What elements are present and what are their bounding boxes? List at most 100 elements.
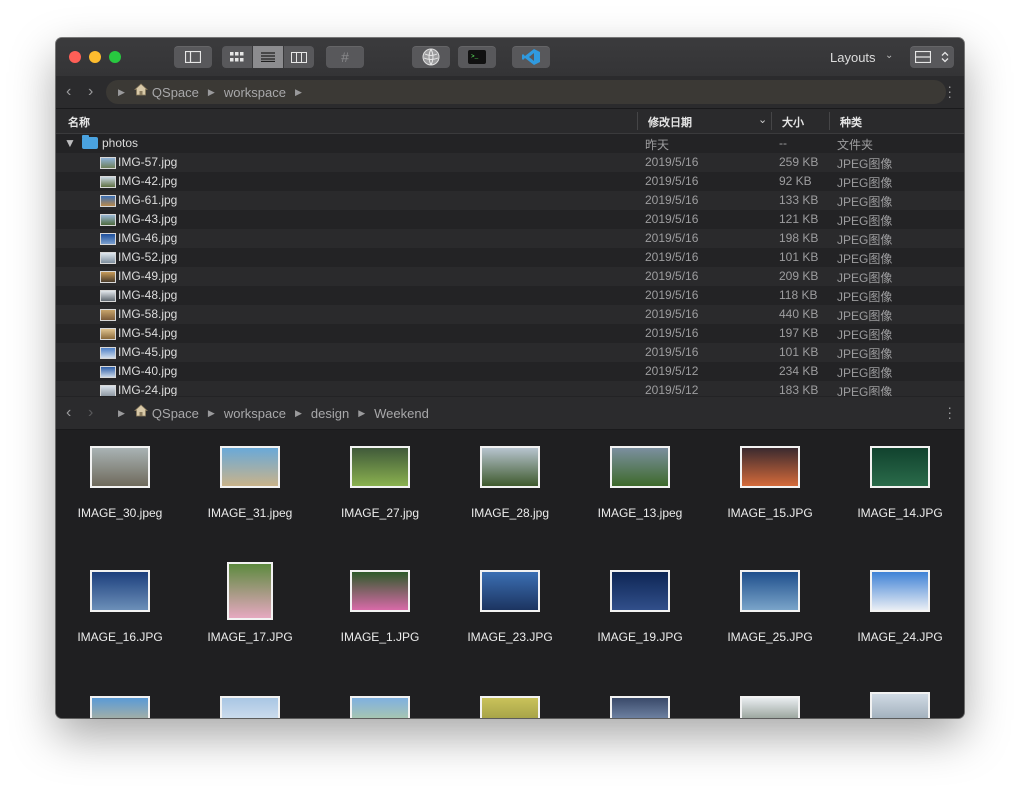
list-view-button[interactable] <box>253 46 284 68</box>
open-terminal-button[interactable]: >_ <box>458 46 496 68</box>
file-date: 2019/5/12 <box>645 364 699 378</box>
image-thumbnail[interactable] <box>610 696 670 718</box>
image-thumbnail[interactable] <box>480 696 540 718</box>
image-thumbnail <box>220 446 280 488</box>
table-row[interactable]: IMG-61.jpg 2019/5/16 133 KB JPEG图像 <box>56 191 964 210</box>
breadcrumb-arrow-icon: ▶ <box>294 407 302 418</box>
column-header-size[interactable]: 大小 <box>782 114 804 130</box>
file-kind: JPEG图像 <box>837 271 893 285</box>
breadcrumb-item[interactable]: workspace <box>224 406 286 421</box>
close-window-button[interactable] <box>69 51 81 63</box>
column-header-kind[interactable]: 种类 <box>840 114 862 130</box>
image-file-icon <box>100 157 116 169</box>
image-thumbnail[interactable] <box>220 696 280 718</box>
image-tile[interactable]: IMAGE_1.JPG <box>320 570 440 644</box>
breadcrumb-item[interactable]: design <box>311 406 349 421</box>
file-date: 2019/5/16 <box>645 307 699 321</box>
sort-chevron-down-icon[interactable]: ⌄ <box>758 113 767 126</box>
table-row[interactable]: IMG-57.jpg 2019/5/16 259 KB JPEG图像 <box>56 153 964 172</box>
image-file-icon <box>100 366 116 378</box>
breadcrumb-arrow-icon: ▶ <box>358 407 366 418</box>
more-options-icon[interactable]: · · · <box>947 79 952 103</box>
icon-grid: IMAGE_30.jpeg IMAGE_31.jpeg IMAGE_27.jpg IM… <box>56 430 964 718</box>
image-thumbnail[interactable] <box>90 696 150 718</box>
breadcrumb-item[interactable]: Weekend <box>374 406 429 421</box>
forward-chevron-icon[interactable]: › <box>88 83 93 101</box>
table-row[interactable]: IMG-24.jpg 2019/5/12 183 KB JPEG图像 <box>56 381 964 396</box>
chevron-down-icon[interactable]: ⌄ <box>885 50 893 61</box>
image-tile[interactable]: IMAGE_19.JPG <box>580 570 700 644</box>
file-size: 440 KB <box>779 307 819 321</box>
file-name: IMG-49.jpg <box>118 269 178 283</box>
column-divider[interactable] <box>771 112 772 130</box>
tags-button[interactable]: # <box>326 46 364 68</box>
table-row[interactable]: IMG-45.jpg 2019/5/16 101 KB JPEG图像 <box>56 343 964 362</box>
breadcrumb-item[interactable]: QSpace <box>152 85 199 100</box>
image-thumbnail <box>740 446 800 488</box>
file-date: 2019/5/16 <box>645 231 699 245</box>
file-size: 198 KB <box>779 231 819 245</box>
image-thumbnail[interactable] <box>740 696 800 718</box>
image-file-icon <box>100 271 116 283</box>
image-tile[interactable]: IMAGE_24.JPG <box>840 570 960 644</box>
network-button[interactable] <box>412 46 450 68</box>
column-header-name[interactable]: 名称 <box>68 114 90 130</box>
file-date: 2019/5/12 <box>645 383 699 396</box>
image-thumbnail <box>90 570 150 612</box>
image-thumbnail[interactable] <box>350 696 410 718</box>
file-name: IMG-45.jpg <box>118 345 178 359</box>
toggle-sidebar-button[interactable] <box>174 46 212 68</box>
forward-chevron-icon[interactable]: › <box>88 404 93 422</box>
image-thumbnail[interactable] <box>870 692 930 718</box>
column-header-date[interactable]: 修改日期 <box>648 114 692 130</box>
open-in-editor-button[interactable] <box>512 46 550 68</box>
breadcrumb-item[interactable]: QSpace <box>152 406 199 421</box>
column-divider[interactable] <box>637 112 638 130</box>
table-row[interactable]: IMG-48.jpg 2019/5/16 118 KB JPEG图像 <box>56 286 964 305</box>
back-chevron-icon[interactable]: ‹ <box>66 404 71 422</box>
image-tile[interactable]: IMAGE_23.JPG <box>450 570 570 644</box>
image-tile[interactable]: IMAGE_31.jpeg <box>190 446 310 520</box>
table-row[interactable]: IMG-54.jpg 2019/5/16 197 KB JPEG图像 <box>56 324 964 343</box>
image-tile[interactable]: IMAGE_28.jpg <box>450 446 570 520</box>
split-layout-icon <box>915 51 931 63</box>
file-date: 2019/5/16 <box>645 269 699 283</box>
column-divider[interactable] <box>829 112 830 130</box>
image-thumbnail <box>610 446 670 488</box>
image-thumbnail <box>350 570 410 612</box>
disclosure-triangle-icon[interactable]: ▼ <box>64 136 76 150</box>
table-row[interactable]: IMG-49.jpg 2019/5/16 209 KB JPEG图像 <box>56 267 964 286</box>
image-file-icon <box>100 328 116 340</box>
table-row[interactable]: IMG-58.jpg 2019/5/16 440 KB JPEG图像 <box>56 305 964 324</box>
file-size: -- <box>779 136 787 150</box>
back-chevron-icon[interactable]: ‹ <box>66 83 71 101</box>
more-options-icon[interactable]: · · · <box>947 400 952 424</box>
image-tile[interactable]: IMAGE_25.JPG <box>710 570 830 644</box>
image-tile[interactable]: IMAGE_14.JPG <box>840 446 960 520</box>
table-row[interactable]: IMG-52.jpg 2019/5/16 101 KB JPEG图像 <box>56 248 964 267</box>
breadcrumb-item[interactable]: workspace <box>224 85 286 100</box>
file-date: 2019/5/16 <box>645 212 699 226</box>
image-tile[interactable]: IMAGE_30.jpeg <box>60 446 180 520</box>
image-tile[interactable]: IMAGE_27.jpg <box>320 446 440 520</box>
file-kind: JPEG图像 <box>837 366 893 380</box>
zoom-window-button[interactable] <box>109 51 121 63</box>
folder-icon <box>82 135 98 149</box>
icon-view-button[interactable] <box>222 46 253 68</box>
image-tile[interactable]: IMAGE_17.JPG <box>190 562 310 644</box>
layout-picker-button[interactable] <box>910 46 954 68</box>
image-tile[interactable]: IMAGE_13.jpeg <box>580 446 700 520</box>
breadcrumb: ▶ QSpace ▶ workspace ▶ <box>106 80 946 104</box>
table-row[interactable]: IMG-46.jpg 2019/5/16 198 KB JPEG图像 <box>56 229 964 248</box>
stepper-icon <box>941 51 949 63</box>
image-tile[interactable]: IMAGE_15.JPG <box>710 446 830 520</box>
image-tile[interactable]: IMAGE_16.JPG <box>60 570 180 644</box>
layouts-menu-label[interactable]: Layouts <box>830 50 876 65</box>
table-row[interactable]: IMG-42.jpg 2019/5/16 92 KB JPEG图像 <box>56 172 964 191</box>
table-row[interactable]: IMG-43.jpg 2019/5/16 121 KB JPEG图像 <box>56 210 964 229</box>
minimize-window-button[interactable] <box>89 51 101 63</box>
folder-row[interactable]: ▼ photos 昨天 -- 文件夹 <box>56 134 964 153</box>
column-view-button[interactable] <box>284 46 314 68</box>
table-row[interactable]: IMG-40.jpg 2019/5/12 234 KB JPEG图像 <box>56 362 964 381</box>
file-name: IMG-54.jpg <box>118 326 178 340</box>
